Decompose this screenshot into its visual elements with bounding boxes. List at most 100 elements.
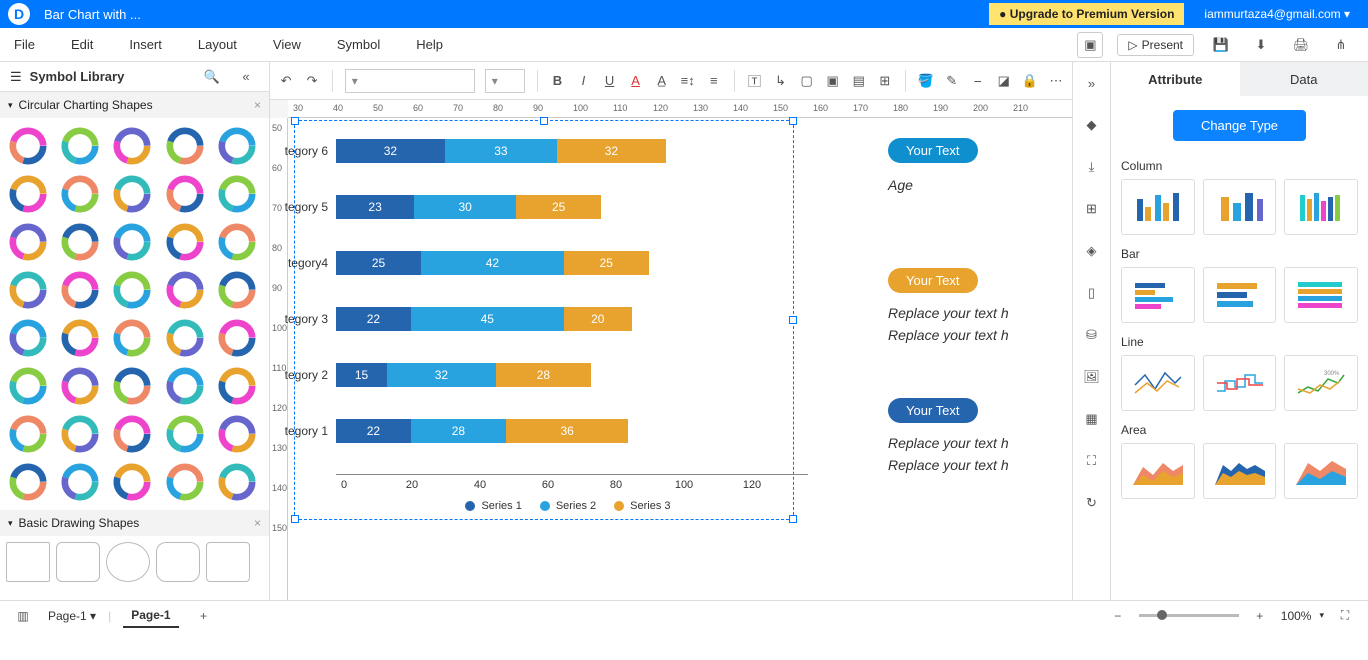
add-page-icon[interactable]: + — [191, 603, 217, 629]
shape-roundrect[interactable] — [56, 542, 100, 582]
database-icon[interactable]: ⛁ — [1079, 322, 1105, 348]
section-basic[interactable]: ▾ Basic Drawing Shapes × — [0, 510, 269, 536]
menu-insert[interactable]: Insert — [129, 37, 162, 52]
bar-segment[interactable]: 28 — [496, 363, 591, 387]
shape-circle[interactable] — [106, 542, 150, 582]
line-chart-2[interactable] — [1203, 355, 1277, 411]
italic-icon[interactable]: I — [575, 68, 591, 94]
print-icon[interactable]: 🖨 — [1288, 32, 1314, 58]
grid-icon[interactable]: ⊞ — [1079, 196, 1105, 222]
bar-segment[interactable]: 28 — [411, 419, 506, 443]
history-icon[interactable]: ↻ — [1079, 490, 1105, 516]
circular-shape[interactable] — [58, 412, 102, 456]
bar-chart-2[interactable] — [1203, 267, 1277, 323]
zoom-slider[interactable] — [1139, 614, 1239, 617]
legend-item[interactable]: Series 3 — [614, 500, 670, 512]
line-chart-3[interactable]: 300% — [1284, 355, 1358, 411]
bar-segment[interactable]: 15 — [336, 363, 387, 387]
circular-shape[interactable] — [110, 220, 154, 264]
circular-shape[interactable] — [110, 268, 154, 312]
column-chart-3[interactable] — [1284, 179, 1358, 235]
circular-shape[interactable] — [215, 412, 259, 456]
circular-shape[interactable] — [110, 316, 154, 360]
legend-item[interactable]: Series 2 — [540, 500, 596, 512]
circular-shape[interactable] — [110, 412, 154, 456]
font-color-icon[interactable]: A — [628, 68, 644, 94]
bar-segment[interactable]: 23 — [336, 195, 414, 219]
bar-segment[interactable]: 22 — [336, 307, 411, 331]
fit-icon[interactable]: ⛶ — [1332, 603, 1358, 629]
pill-1[interactable]: Your Text — [888, 138, 978, 163]
circular-shape[interactable] — [215, 220, 259, 264]
circular-shape[interactable] — [215, 268, 259, 312]
export-icon[interactable]: ⤓ — [1079, 154, 1105, 180]
shadow-icon[interactable]: ◪ — [996, 68, 1012, 94]
bar-segment[interactable]: 25 — [336, 251, 421, 275]
share-icon[interactable]: ⋔ — [1328, 32, 1354, 58]
size-select[interactable]: ▾ — [485, 69, 525, 93]
circular-shape[interactable] — [110, 172, 154, 216]
shape-oval[interactable] — [156, 542, 200, 582]
bar-segment[interactable]: 25 — [516, 195, 601, 219]
underline-icon[interactable]: U — [602, 68, 618, 94]
save-icon[interactable]: 💾 — [1208, 32, 1234, 58]
circular-shape[interactable] — [58, 460, 102, 504]
shape-square[interactable] — [206, 542, 250, 582]
theme-icon[interactable]: ◆ — [1079, 112, 1105, 138]
group-icon[interactable]: ⊞ — [877, 68, 893, 94]
circular-shape[interactable] — [6, 268, 50, 312]
circular-shape[interactable] — [110, 364, 154, 408]
fullscreen-icon[interactable]: ⛶ — [1079, 448, 1105, 474]
replace-text-2[interactable]: Replace your text h — [888, 327, 1009, 343]
circular-shape[interactable] — [6, 412, 50, 456]
circular-shape[interactable] — [58, 220, 102, 264]
bar-segment[interactable]: 45 — [411, 307, 564, 331]
circular-shape[interactable] — [110, 124, 154, 168]
font-select[interactable]: ▾ — [345, 69, 475, 93]
circular-shape[interactable] — [6, 460, 50, 504]
menu-layout[interactable]: Layout — [198, 37, 237, 52]
text-tool-icon[interactable]: 🅃 — [746, 68, 762, 94]
area-chart-3[interactable] — [1284, 443, 1358, 499]
circular-shape[interactable] — [215, 316, 259, 360]
replace-text-3[interactable]: Replace your text h — [888, 435, 1009, 451]
circular-shape[interactable] — [215, 460, 259, 504]
area-chart-1[interactable] — [1121, 443, 1195, 499]
shape-rect[interactable] — [6, 542, 50, 582]
fill-icon[interactable]: 🪣 — [917, 68, 933, 94]
user-menu[interactable]: iammurtaza4@gmail.com ▾ — [1204, 7, 1350, 21]
circular-shape[interactable] — [163, 220, 207, 264]
circular-shape[interactable] — [163, 268, 207, 312]
close-icon[interactable]: × — [254, 516, 261, 530]
circular-shape[interactable] — [215, 172, 259, 216]
circular-shape[interactable] — [6, 172, 50, 216]
zoom-level[interactable]: 100% — [1281, 609, 1312, 623]
age-text[interactable]: Age — [888, 177, 978, 193]
slide-icon[interactable]: ▯ — [1079, 280, 1105, 306]
align-objects-icon[interactable]: ▤ — [851, 68, 867, 94]
line-color-icon[interactable]: ✎ — [944, 68, 960, 94]
slideshow-icon[interactable]: ▣ — [1077, 32, 1103, 58]
collapse-icon[interactable]: « — [233, 64, 259, 90]
pill-3[interactable]: Your Text — [888, 398, 978, 423]
zoom-in-icon[interactable]: + — [1247, 603, 1273, 629]
circular-shape[interactable] — [6, 364, 50, 408]
bar-segment[interactable]: 25 — [564, 251, 649, 275]
circular-shape[interactable] — [215, 364, 259, 408]
bar-segment[interactable]: 33 — [445, 139, 557, 163]
menu-file[interactable]: File — [14, 37, 35, 52]
circular-shape[interactable] — [58, 172, 102, 216]
bar-chart-3[interactable] — [1284, 267, 1358, 323]
menu-edit[interactable]: Edit — [71, 37, 93, 52]
upgrade-button[interactable]: ● Upgrade to Premium Version — [989, 3, 1184, 25]
circular-shape[interactable] — [6, 220, 50, 264]
layers-icon[interactable]: ◈ — [1079, 238, 1105, 264]
close-icon[interactable]: × — [254, 98, 261, 112]
circular-shape[interactable] — [163, 364, 207, 408]
change-type-button[interactable]: Change Type — [1173, 110, 1306, 141]
lock-icon[interactable]: 🔒 — [1022, 68, 1038, 94]
blocks-icon[interactable]: ▦ — [1079, 406, 1105, 432]
shape-back-icon[interactable]: ▣ — [825, 68, 841, 94]
legend-item[interactable]: Series 1 — [465, 500, 521, 512]
replace-text-1[interactable]: Replace your text h — [888, 305, 1009, 321]
